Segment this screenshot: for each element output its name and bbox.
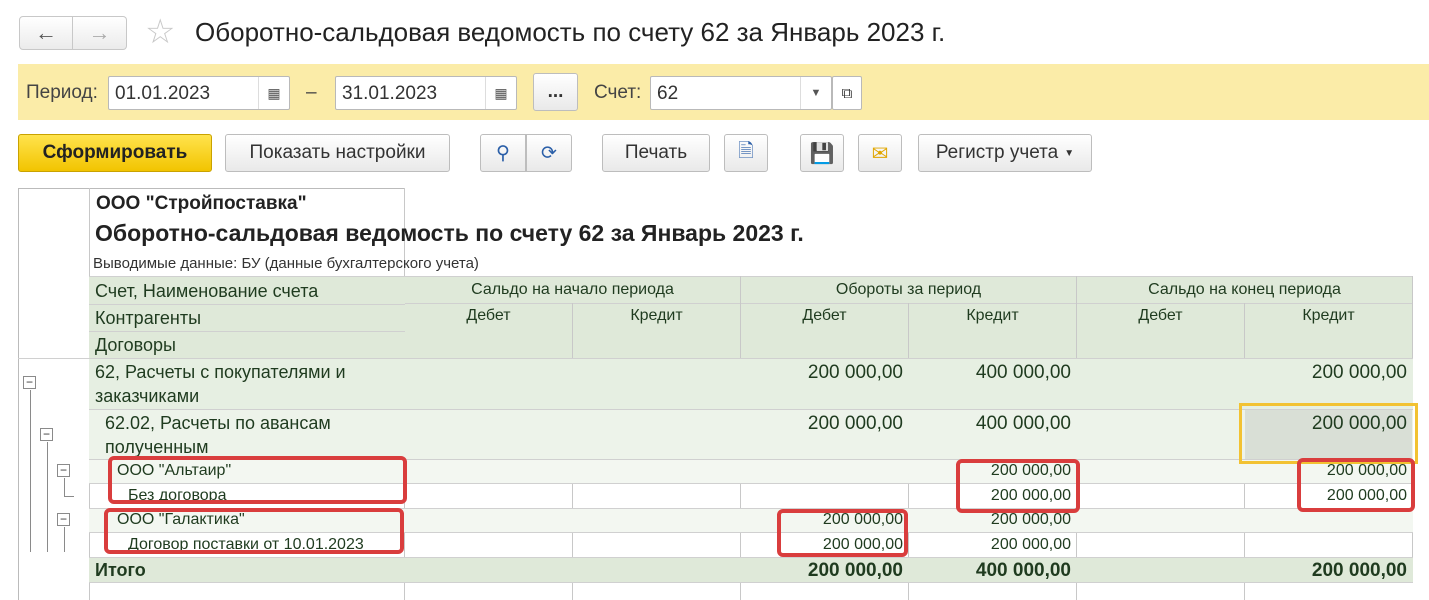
tree-line <box>47 442 48 552</box>
tree-line <box>30 390 31 552</box>
header-counterparty: Контрагенты <box>95 308 202 328</box>
row-62-turn-debit[interactable]: 200 000,00 <box>741 362 903 384</box>
header-start-debit: Дебет <box>466 307 511 324</box>
favorite-star-icon[interactable]: ☆ <box>145 15 175 49</box>
report-subtitle: Выводимые данные: БУ (данные бухгалтерск… <box>93 255 479 272</box>
total-end-credit: 200 000,00 <box>1311 560 1407 581</box>
search-settings-button[interactable]: ⟳ <box>526 134 572 172</box>
register-label: Регистр учета <box>935 142 1059 163</box>
tree-line <box>64 527 65 552</box>
forward-button[interactable]: → <box>73 16 127 50</box>
account-field[interactable]: 62 ▼ <box>650 76 832 110</box>
save-button[interactable]: 💾 <box>800 134 844 172</box>
collapse-icon[interactable]: − <box>57 513 70 526</box>
total-turn-credit: 400 000,00 <box>975 560 1071 581</box>
report-frame-top <box>18 188 405 189</box>
date-to-value: 31.01.2023 <box>342 83 438 104</box>
row-62-name-cont: заказчиками <box>95 386 200 406</box>
highlight-altair <box>108 456 407 504</box>
row-line <box>18 358 1413 359</box>
header-turn-credit: Кредит <box>966 307 1019 324</box>
header-end-debit: Дебет <box>1138 307 1183 324</box>
chevron-down-icon: ▼ <box>1064 147 1075 159</box>
back-button[interactable]: ← <box>19 16 73 50</box>
header-end-balance: Сальдо на конец периода <box>1148 281 1341 298</box>
row-contract-turn-credit[interactable]: 200 000,00 <box>909 536 1071 554</box>
selected-cell-outline <box>1239 403 1418 464</box>
header-line <box>405 303 1413 304</box>
envelope-icon: ✉ <box>871 142 889 165</box>
row-line <box>89 582 1413 583</box>
print-preview-button[interactable]: 🗎 <box>724 134 768 172</box>
total-label: Итого <box>95 560 146 580</box>
arrow-right-icon: → <box>88 20 111 45</box>
email-button[interactable]: ✉ <box>858 134 902 172</box>
highlight-galaktika-turnover <box>777 509 908 557</box>
tree-line <box>64 496 74 497</box>
header-line <box>89 331 405 332</box>
header-line <box>89 276 1413 277</box>
account-value: 62 <box>657 83 679 104</box>
calendar-icon[interactable]: ▦ <box>485 77 516 109</box>
header-turn-debit: Дебет <box>802 307 847 324</box>
generate-button[interactable]: Сформировать <box>18 134 212 172</box>
row-6202-name-cont: полученным <box>105 437 209 457</box>
highlight-altair-turnover <box>956 459 1080 513</box>
account-label: Счет: <box>594 82 642 103</box>
report-title: Оборотно-сальдовая ведомость по счету 62… <box>95 220 804 246</box>
tree-line <box>64 478 65 496</box>
row-6202-turn-credit[interactable]: 400 000,00 <box>909 413 1071 435</box>
period-label: Период: <box>26 82 98 103</box>
open-window-icon: ⧉ <box>841 84 853 102</box>
header-end-credit: Кредит <box>1302 307 1355 324</box>
print-preview-icon: 🗎 <box>738 141 754 162</box>
date-to-field[interactable]: 31.01.2023 ▦ <box>335 76 517 110</box>
collapse-icon[interactable]: − <box>40 428 53 441</box>
row-62-turn-credit[interactable]: 400 000,00 <box>909 362 1071 384</box>
header-contracts: Договоры <box>95 335 176 355</box>
row-62-name: 62, Расчеты с покупателями и <box>95 362 346 382</box>
period-dash: – <box>306 82 317 103</box>
row-line <box>89 409 1413 410</box>
floppy-disk-icon: 💾 <box>809 142 835 165</box>
search-button[interactable]: ⚲ <box>480 134 526 172</box>
header-account: Счет, Наименование счета <box>95 281 319 301</box>
calendar-icon[interactable]: ▦ <box>258 77 289 109</box>
window-title: Оборотно-сальдовая ведомость по счету 62… <box>195 17 946 47</box>
chevron-down-icon[interactable]: ▼ <box>800 77 831 109</box>
arrow-left-icon: ← <box>35 20 57 45</box>
search-icon: ⚲ <box>496 142 510 164</box>
row-galaktika-turn-credit[interactable]: 200 000,00 <box>909 511 1071 529</box>
show-settings-button[interactable]: Показать настройки <box>225 134 450 172</box>
highlight-galaktika <box>104 508 404 554</box>
total-turn-debit: 200 000,00 <box>807 560 903 581</box>
row-62-end-credit[interactable]: 200 000,00 <box>1245 362 1407 384</box>
print-button[interactable]: Печать <box>602 134 710 172</box>
open-account-button[interactable]: ⧉ <box>832 76 862 110</box>
period-select-button[interactable]: ... <box>533 73 578 111</box>
date-from-value: 01.01.2023 <box>115 83 211 104</box>
date-from-field[interactable]: 01.01.2023 ▦ <box>108 76 290 110</box>
row-line <box>89 557 1413 558</box>
header-start-credit: Кредит <box>630 307 683 324</box>
organization-name: ООО "Стройпоставка" <box>96 193 307 214</box>
row-6202-turn-debit[interactable]: 200 000,00 <box>741 413 903 435</box>
header-turnover: Обороты за период <box>835 281 982 298</box>
header-start-balance: Сальдо на начало периода <box>471 281 674 298</box>
row-6202-name: 62.02, Расчеты по авансам <box>105 413 331 433</box>
collapse-icon[interactable]: − <box>57 464 70 477</box>
report-frame-left <box>18 188 19 600</box>
collapse-icon[interactable]: − <box>23 376 36 389</box>
search-refresh-icon: ⟳ <box>541 142 557 164</box>
highlight-altair-balance <box>1297 458 1415 512</box>
register-dropdown-button[interactable]: Регистр учета ▼ <box>918 134 1092 172</box>
header-line <box>89 304 405 305</box>
